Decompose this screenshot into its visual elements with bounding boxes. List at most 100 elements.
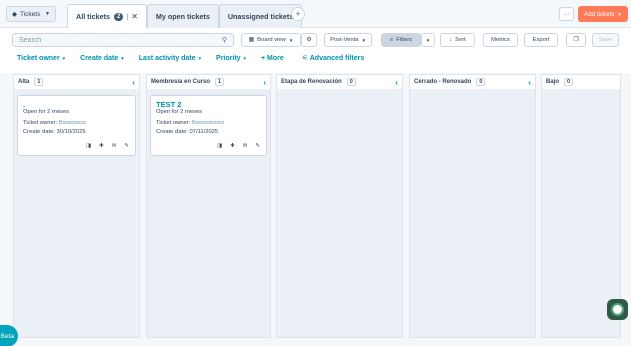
object-selector[interactable]: ◆ Tickets ▼ [6, 6, 56, 22]
column-title: Bajo [546, 79, 560, 85]
add-tickets-label: Add tickets [584, 10, 615, 18]
search-icon: ⚲ [221, 37, 227, 44]
board-view-label: Board view [257, 37, 286, 43]
card-actions: ◨ ✚ ✉ ✎ [86, 143, 129, 149]
more-filters-link[interactable]: + More [261, 55, 284, 62]
column-count: 0 [476, 78, 486, 86]
ticket-title-link[interactable]: TEST 2 [156, 100, 261, 109]
filters-button[interactable]: ≡ Filters [381, 33, 421, 47]
filters-label: Filters [396, 37, 413, 43]
ticket-card[interactable]: . Open for 2 meses Ticket owner: Bxxxxxx… [17, 95, 136, 156]
filter-label: Priority [216, 54, 241, 62]
filters-dropdown-button[interactable]: ▼ [421, 33, 435, 47]
board-view-selector[interactable]: ▦ Board view ▼ [241, 33, 301, 47]
advanced-filters-link[interactable]: ⚟ Advanced filters [302, 54, 364, 62]
chat-bot-icon [611, 303, 624, 316]
filter-icon: ≡ [389, 37, 394, 43]
ticket-owner-filter[interactable]: Ticket owner ▼ [17, 55, 66, 62]
gear-icon: ⚙ [306, 37, 312, 43]
plus-icon: + [295, 9, 301, 19]
add-view-button[interactable]: + [291, 7, 305, 21]
chevron-down-icon: ▼ [617, 11, 622, 17]
column-body [410, 89, 535, 337]
tab-all-tickets[interactable]: All tickets 2 | ✕ [67, 4, 147, 28]
filter-label: Create date [80, 54, 119, 62]
board-column-etapa-de-renovacion: Etapa de Renovación 0 ‹ [276, 74, 403, 338]
email-icon[interactable]: ✉ [112, 143, 117, 149]
ticket-owner-line: Ticket owner: Bxxxxxxxxxxx [156, 119, 261, 128]
metrics-button[interactable]: Metrics [483, 33, 518, 47]
preview-icon[interactable]: ◨ [217, 143, 222, 149]
tab-unassigned-tickets[interactable]: Unassigned tickets [218, 4, 303, 28]
more-actions-button[interactable]: ··· [559, 7, 574, 21]
board-column-membresia-en-curso: Membresia en Curso 1 ‹ TEST 2 Open for 2… [146, 74, 271, 338]
task-icon[interactable]: ✚ [230, 143, 235, 149]
column-title: Alta [18, 79, 30, 85]
column-header: Bajo 0 [542, 75, 620, 89]
column-header: Etapa de Renovación 0 ‹ [277, 75, 402, 89]
column-body: . Open for 2 meses Ticket owner: Bxxxxxx… [14, 89, 139, 337]
ticket-open-for: Open for 2 meses [23, 109, 70, 115]
view-tabs: All tickets 2 | ✕ My open tickets Unassi… [67, 4, 303, 28]
edit-icon[interactable]: ✎ [255, 143, 260, 149]
close-icon[interactable]: ✕ [131, 12, 138, 21]
board-column-alta: Alta 1 ‹ . Open for 2 meses Ticket owner… [13, 74, 140, 338]
create-date-label: Create date: [23, 129, 55, 135]
ticket-title-link[interactable]: . [23, 100, 130, 109]
collapse-column-icon[interactable]: ‹ [395, 78, 398, 87]
filter-label: Last activity date [138, 54, 196, 62]
export-button[interactable]: Export [524, 33, 558, 47]
ticket-owner-value: Bxxxxxxxxxxx [191, 120, 225, 126]
tab-count-badge: 2 [113, 12, 124, 21]
chevron-down-icon: ▼ [120, 55, 125, 61]
filter-icon: ⚟ [301, 55, 309, 62]
search-box[interactable]: ⚲ [12, 33, 234, 47]
create-date-value: 30/10/2025 [56, 129, 86, 135]
top-tab-bar: ◆ Tickets ▼ All tickets 2 | ✕ My open ti… [0, 0, 631, 28]
chevron-down-icon: ▼ [361, 37, 366, 43]
beta-badge[interactable]: Beta [0, 325, 18, 346]
chevron-down-icon: ▼ [288, 37, 294, 43]
search-input[interactable] [19, 36, 222, 44]
chat-widget-button[interactable] [607, 299, 628, 320]
column-header: Membresia en Curso 1 ‹ [147, 75, 270, 89]
column-count: 1 [215, 78, 225, 86]
task-icon[interactable]: ✚ [99, 143, 104, 149]
duplicate-view-button[interactable]: ❐ [566, 33, 586, 47]
board-settings-button[interactable]: ⚙ [301, 33, 317, 47]
create-date-filter[interactable]: Create date ▼ [80, 55, 125, 62]
last-activity-date-filter[interactable]: Last activity date ▼ [139, 55, 202, 62]
column-count: 1 [34, 78, 44, 86]
column-count: 0 [346, 78, 356, 86]
ticket-owner-label: Ticket owner: [156, 120, 191, 126]
sort-button[interactable]: ↓ Sort [440, 33, 475, 47]
tab-label: Unassigned tickets [227, 12, 294, 21]
column-count: 0 [564, 78, 574, 86]
object-selector-label: Tickets [20, 10, 41, 18]
collapse-column-icon[interactable]: ‹ [132, 78, 135, 87]
create-date-label: Create date: [156, 129, 188, 135]
ticket-owner-label: Ticket owner: [23, 120, 58, 126]
email-icon[interactable]: ✉ [243, 143, 248, 149]
column-body [277, 89, 402, 337]
board-icon: ▦ [248, 37, 255, 43]
priority-filter[interactable]: Priority ▼ [216, 55, 247, 62]
preview-icon[interactable]: ◨ [86, 143, 91, 149]
save-view-button[interactable]: Save [592, 33, 619, 47]
ticket-owner-value: Bxxxxxxxxx [58, 120, 86, 126]
ticket-icon: ◆ [12, 11, 17, 18]
add-tickets-button[interactable]: Add tickets ▼ [578, 6, 628, 22]
card-actions: ◨ ✚ ✉ ✎ [217, 143, 260, 149]
tab-label: All tickets [76, 12, 110, 21]
ticket-open-for: Open for 2 meses [156, 109, 203, 115]
toolbar: ⚲ ▦ Board view ▼ ⚙ Post-Venta ▼ ≡ Filter… [0, 28, 631, 73]
tab-divider: | [126, 12, 129, 21]
column-body: TEST 2 Open for 2 meses Ticket owner: Bx… [147, 89, 270, 337]
ticket-card[interactable]: TEST 2 Open for 2 meses Ticket owner: Bx… [150, 95, 267, 156]
tab-my-open-tickets[interactable]: My open tickets [146, 4, 219, 28]
copy-icon: ❐ [573, 37, 579, 43]
edit-icon[interactable]: ✎ [124, 143, 129, 149]
collapse-column-icon[interactable]: ‹ [528, 78, 531, 87]
pipeline-selector[interactable]: Post-Venta ▼ [324, 33, 372, 47]
collapse-column-icon[interactable]: ‹ [263, 78, 266, 87]
